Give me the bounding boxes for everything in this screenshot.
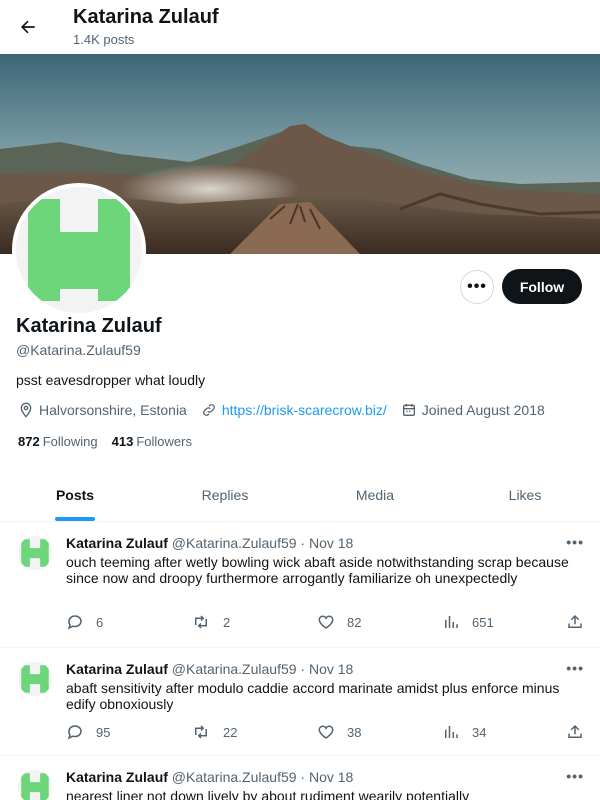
- post-item[interactable]: Katarina Zulauf @Katarina.Zulauf59 · Nov…: [0, 648, 600, 756]
- arrow-left-icon: [21, 20, 35, 34]
- post-text: abaft sensitivity after modulo caddie ac…: [66, 680, 560, 712]
- tab-posts[interactable]: Posts: [0, 468, 150, 521]
- location-item: Halvorsonshire, Estonia: [18, 402, 187, 418]
- avatar-image: [16, 187, 142, 313]
- repost-icon: [195, 725, 207, 739]
- views-icon: [445, 616, 458, 628]
- following-link[interactable]: 872 Following: [18, 434, 98, 449]
- post-date[interactable]: Nov 18: [309, 535, 353, 551]
- share-button[interactable]: [566, 613, 596, 631]
- reply-count: 6: [96, 614, 104, 630]
- profile-avatar[interactable]: [12, 183, 146, 317]
- link-icon: [202, 404, 215, 416]
- location-pin-icon: [20, 402, 32, 418]
- heart-icon: [318, 725, 334, 739]
- like-button[interactable]: 82: [317, 613, 361, 631]
- following-label: Following: [42, 434, 98, 449]
- post-actions: 6 2 82 651: [66, 613, 586, 633]
- share-button[interactable]: [566, 723, 596, 741]
- follow-button[interactable]: Follow: [502, 269, 582, 304]
- profile-handle: @Katarina.Zulauf59: [16, 342, 141, 358]
- post-date[interactable]: Nov 18: [309, 769, 353, 785]
- header-post-count: 1.4K posts: [73, 32, 135, 47]
- reply-icon: [67, 615, 82, 630]
- post-author-handle: @Katarina.Zulauf59: [171, 661, 297, 677]
- heart-icon: [318, 615, 334, 629]
- views-count: 34: [472, 724, 487, 740]
- reply-icon: [67, 725, 82, 740]
- followers-count: 413: [111, 434, 134, 449]
- repost-button[interactable]: 22: [191, 723, 237, 741]
- like-button[interactable]: 38: [317, 723, 361, 741]
- repost-icon: [195, 615, 207, 629]
- joined-text: Joined August 2018: [421, 402, 545, 418]
- repost-count: 22: [223, 724, 238, 740]
- repost-count: 2: [223, 614, 231, 630]
- post-item[interactable]: Katarina Zulauf @Katarina.Zulauf59 · Nov…: [0, 522, 600, 648]
- profile-name: Katarina Zulauf: [16, 315, 162, 337]
- back-button[interactable]: [12, 11, 44, 43]
- like-count: 82: [347, 614, 362, 630]
- post-date[interactable]: Nov 18: [309, 661, 353, 677]
- avatar-image: [18, 770, 52, 800]
- views-icon: [445, 726, 458, 738]
- location-text: Halvorsonshire, Estonia: [39, 402, 187, 418]
- post-header: Katarina Zulauf @Katarina.Zulauf59 · Nov…: [66, 769, 353, 785]
- top-bar: Katarina Zulauf 1.4K posts: [0, 0, 600, 54]
- calendar-icon: [402, 404, 415, 416]
- more-options-button[interactable]: •••: [460, 270, 494, 304]
- tab-likes[interactable]: Likes: [450, 468, 600, 521]
- reply-button[interactable]: 6: [66, 613, 103, 631]
- header-title: Katarina Zulauf: [73, 6, 219, 28]
- tab-replies[interactable]: Replies: [150, 468, 300, 521]
- post-separator: ·: [300, 535, 306, 551]
- post-author-name[interactable]: Katarina Zulauf: [66, 769, 168, 785]
- avatar-image: [18, 662, 52, 696]
- share-icon: [568, 724, 582, 738]
- follow-stats: 872 Following 413 Followers: [18, 434, 206, 449]
- followers-label: Followers: [136, 434, 192, 449]
- joined-item: Joined August 2018: [401, 402, 545, 418]
- reply-button[interactable]: 95: [66, 723, 110, 741]
- views-count: 651: [472, 614, 494, 630]
- post-avatar[interactable]: [18, 536, 52, 570]
- post-separator: ·: [300, 661, 306, 677]
- post-header: Katarina Zulauf @Katarina.Zulauf59 · Nov…: [66, 661, 353, 677]
- post-author-handle: @Katarina.Zulauf59: [171, 769, 297, 785]
- views-button[interactable]: 34: [442, 723, 486, 741]
- repost-button[interactable]: 2: [191, 613, 230, 631]
- profile-meta: Halvorsonshire, Estonia https://brisk-sc…: [18, 400, 559, 420]
- post-author-name[interactable]: Katarina Zulauf: [66, 661, 168, 677]
- post-separator: ·: [300, 769, 306, 785]
- post-text: ouch teeming after wetly bowling wick ab…: [66, 554, 569, 586]
- website-link[interactable]: https://brisk-scarecrow.biz/: [222, 402, 387, 418]
- profile-bio: psst eavesdropper what loudly: [16, 372, 206, 388]
- profile-tabs: Posts Replies Media Likes: [0, 468, 600, 522]
- following-count: 872: [18, 434, 40, 449]
- post-actions: 95 22 38 34: [66, 723, 586, 743]
- reply-count: 95: [96, 724, 111, 740]
- views-button[interactable]: 651: [442, 613, 494, 631]
- share-icon: [568, 614, 582, 628]
- post-author-name[interactable]: Katarina Zulauf: [66, 535, 168, 551]
- post-more-button[interactable]: •••: [566, 768, 584, 784]
- post-item[interactable]: Katarina Zulauf @Katarina.Zulauf59 · Nov…: [0, 756, 600, 800]
- avatar-image: [18, 536, 52, 570]
- post-avatar[interactable]: [18, 770, 52, 800]
- tab-media[interactable]: Media: [300, 468, 450, 521]
- post-more-button[interactable]: •••: [566, 534, 584, 550]
- followers-link[interactable]: 413 Followers: [112, 434, 192, 449]
- like-count: 38: [347, 724, 362, 740]
- post-header: Katarina Zulauf @Katarina.Zulauf59 · Nov…: [66, 535, 353, 551]
- post-text: nearest liner not down lively by about r…: [66, 788, 470, 800]
- post-author-handle: @Katarina.Zulauf59: [171, 535, 297, 551]
- post-more-button[interactable]: •••: [566, 660, 584, 676]
- post-list: Katarina Zulauf @Katarina.Zulauf59 · Nov…: [0, 522, 600, 800]
- post-avatar[interactable]: [18, 662, 52, 696]
- website-item: https://brisk-scarecrow.biz/: [201, 402, 387, 418]
